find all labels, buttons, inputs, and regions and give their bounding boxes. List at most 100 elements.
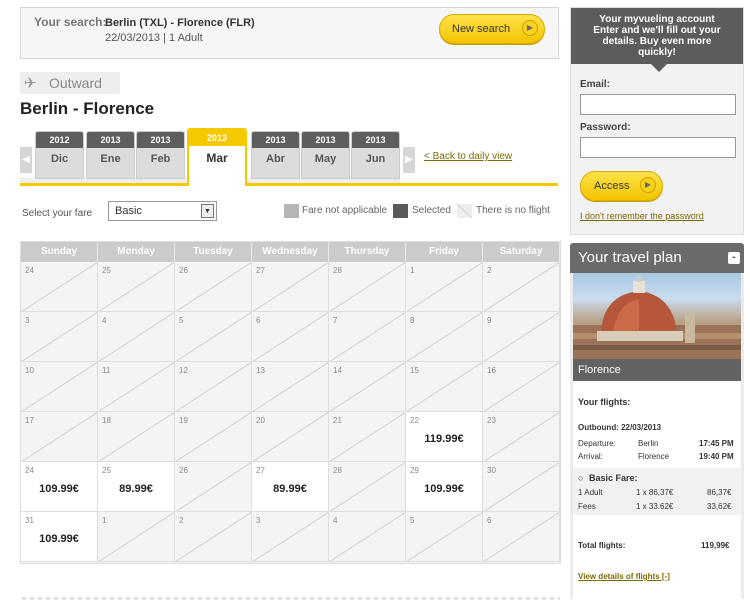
- tab-year: 2013: [302, 132, 349, 148]
- weekday-header: Saturday: [483, 242, 560, 262]
- calendar-day-no-flight: 23: [483, 412, 560, 462]
- calendar-day-no-flight: 21: [329, 412, 406, 462]
- tab-month-label: Dic: [50, 153, 69, 165]
- total-label: Total flights:: [578, 541, 626, 550]
- outward-tab: ✈ Outward: [20, 72, 120, 94]
- tab-month-label: Abr: [266, 153, 285, 165]
- tab-month-2[interactable]: 2013 Feb: [136, 131, 185, 179]
- next-month-arrow-icon[interactable]: ▶: [403, 147, 415, 173]
- calendar-day-no-flight: 30: [483, 462, 560, 512]
- no-flight-diagonal: [406, 262, 482, 311]
- chevron-right-icon: ▶: [640, 177, 656, 193]
- calendar-day-no-flight: 16: [483, 362, 560, 412]
- calendar-day-no-flight: 19: [175, 412, 252, 462]
- tab-month-4[interactable]: 2013 Abr: [251, 131, 300, 179]
- adult-total: 86,37€: [707, 488, 732, 497]
- tab-month-5[interactable]: 2013 May: [301, 131, 350, 179]
- calendar-day-no-flight: 9: [483, 312, 560, 362]
- day-number: 30: [487, 466, 496, 475]
- day-number: 15: [410, 366, 419, 375]
- view-flight-details-link[interactable]: View details of flights [-]: [578, 572, 670, 581]
- search-details: 22/03/2013 | 1 Adult: [105, 32, 203, 44]
- calendar-day-no-flight: 20: [252, 412, 329, 462]
- calendar-day-no-flight: 10: [21, 362, 98, 412]
- arrival-city: Florence: [638, 452, 670, 461]
- legend-swatch-not-applicable: [284, 204, 299, 218]
- calendar-day-no-flight: 1: [98, 512, 175, 562]
- email-field[interactable]: [580, 94, 736, 115]
- legend-swatch-no-flight: [457, 204, 472, 218]
- day-number: 8: [410, 316, 415, 325]
- forgot-password-link[interactable]: I don't remember the password: [580, 211, 704, 221]
- calendar-day-no-flight: 24: [21, 262, 98, 312]
- tab-month-1[interactable]: 2013 Ene: [86, 131, 135, 179]
- weekday-header: Sunday: [21, 242, 98, 262]
- calendar-day-with-fare[interactable]: 31 109.99€: [21, 512, 98, 562]
- fare-select[interactable]: Basic ▼: [108, 201, 217, 221]
- day-number: 16: [487, 366, 496, 375]
- calendar-day-no-flight: 13: [252, 362, 329, 412]
- weekday-header: Thursday: [329, 242, 406, 262]
- fees-calc: 1 x 33.62€: [636, 502, 674, 511]
- calendar-day-no-flight: 3: [21, 312, 98, 362]
- calendar-day-with-fare[interactable]: 22 119.99€: [406, 412, 483, 462]
- calendar-day-no-flight: 2: [175, 512, 252, 562]
- access-button[interactable]: Access ▶: [580, 171, 663, 201]
- search-summary: Your search: Berlin (TXL) - Florence (FL…: [20, 7, 559, 59]
- tab-underline: [20, 183, 188, 186]
- calendar-day-no-flight: 7: [329, 312, 406, 362]
- tab-year: 2013: [252, 132, 299, 148]
- no-flight-diagonal: [175, 512, 251, 561]
- travel-plan-body: Your flights: Outbound: 22/03/2013 Depar…: [573, 381, 741, 599]
- day-number: 1: [410, 266, 415, 275]
- calendar-day-no-flight: 6: [252, 312, 329, 362]
- tab-year: 2013: [87, 132, 134, 148]
- day-number: 4: [102, 316, 107, 325]
- legend-not-applicable: Fare not applicable: [302, 205, 388, 216]
- new-search-label: New search: [452, 23, 511, 35]
- departure-label: Departure:: [578, 439, 616, 448]
- day-number: 23: [487, 416, 496, 425]
- legend-swatch-selected: [393, 204, 408, 218]
- fare-title: Basic Fare:: [589, 473, 638, 483]
- password-field[interactable]: [580, 137, 736, 158]
- day-number: 28: [333, 266, 342, 275]
- prev-month-arrow-icon[interactable]: ◀: [20, 147, 32, 173]
- tab-month-0[interactable]: 2012 Dic: [35, 131, 84, 179]
- tab-month-3[interactable]: 2013 Mar: [187, 128, 247, 186]
- new-search-button[interactable]: New search ▶: [439, 14, 545, 44]
- tab-month-6[interactable]: 2013 Jun: [351, 131, 400, 179]
- day-number: 10: [25, 366, 34, 375]
- radio-icon[interactable]: ○: [578, 473, 583, 483]
- day-number: 2: [487, 266, 492, 275]
- no-flight-diagonal: [483, 512, 559, 561]
- calendar-day-no-flight: 1: [406, 262, 483, 312]
- destination-name: Florence: [573, 359, 741, 381]
- fare-breakdown: ○ Basic Fare: 1 Adult 1 x 86,37€ 86,37€ …: [573, 468, 741, 515]
- back-to-daily-view-link[interactable]: < Back to daily view: [424, 151, 512, 162]
- no-flight-diagonal: [483, 312, 559, 361]
- calendar-day-with-fare[interactable]: 24 109.99€: [21, 462, 98, 512]
- collapse-icon[interactable]: -: [728, 252, 740, 264]
- adult-label: 1 Adult: [578, 488, 603, 497]
- calendar-day-no-flight: 2: [483, 262, 560, 312]
- myvueling-login-panel: Your myvueling account Enter and we'll f…: [570, 7, 744, 235]
- login-panel-header: Your myvueling account Enter and we'll f…: [571, 8, 743, 64]
- travel-plan-title: Your travel plan: [578, 249, 682, 266]
- chevron-down-icon: ▼: [201, 204, 214, 218]
- no-flight-diagonal: [329, 312, 405, 361]
- tab-year: 2012: [36, 132, 83, 148]
- fees-total: 33,62€: [707, 502, 732, 511]
- calendar-day-no-flight: 5: [406, 512, 483, 562]
- destination-photo: [573, 273, 741, 359]
- access-label: Access: [594, 180, 630, 192]
- fare-calendar: Sunday Monday Tuesday Wednesday Thursday Frid…: [20, 241, 561, 564]
- day-number: 31: [25, 516, 34, 525]
- calendar-day-with-fare[interactable]: 25 89.99€: [98, 462, 175, 512]
- calendar-day-with-fare[interactable]: 29 109.99€: [406, 462, 483, 512]
- login-header-line: Enter and we'll fill out your: [593, 25, 721, 36]
- no-flight-diagonal: [406, 512, 482, 561]
- tab-year: 2013: [352, 132, 399, 148]
- calendar-day-with-fare[interactable]: 27 89.99€: [252, 462, 329, 512]
- no-flight-diagonal: [98, 312, 174, 361]
